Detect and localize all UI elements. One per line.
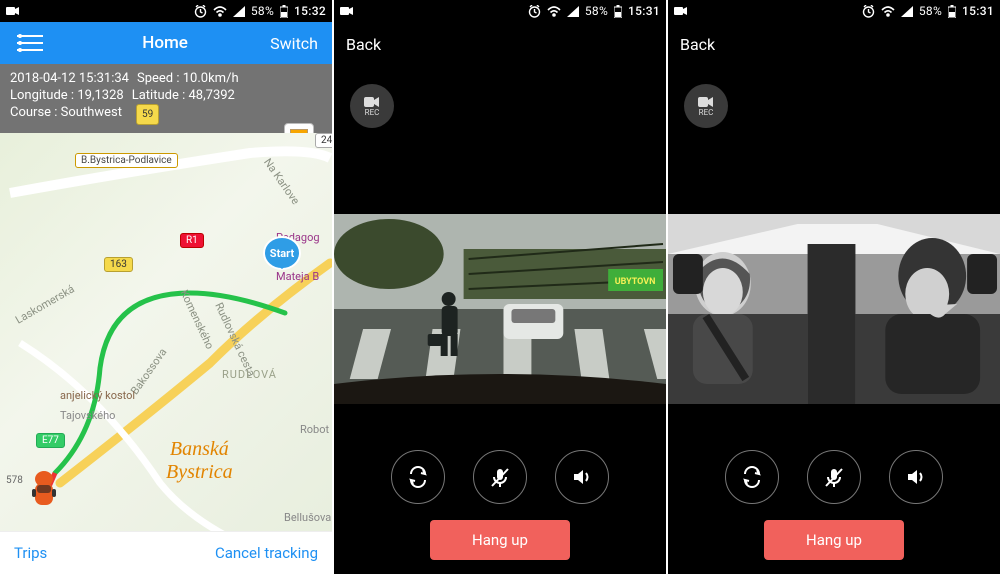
road-e77-badge: E77 (36, 433, 65, 448)
clock: 15:31 (628, 4, 660, 18)
info-speed-label: Speed (137, 71, 173, 86)
cam-header: Back (334, 22, 666, 66)
live-feed-front: UBYTOVN (334, 214, 666, 404)
map-label-tajov: Tajovského (60, 409, 115, 422)
rec-label: REC (699, 108, 714, 117)
map-label-district: RUDLOVÁ (222, 368, 277, 381)
wifi-icon (881, 6, 895, 17)
road-59-badge: 59 (136, 104, 159, 125)
start-pin: Start (260, 235, 304, 292)
wifi-icon (547, 6, 561, 17)
switch-button[interactable]: Switch (270, 34, 332, 53)
phone-frontcam-screen: 58% 15:31 Back REC (334, 0, 666, 574)
hangup-button[interactable]: Hang up (430, 520, 570, 560)
info-course-label: Course (10, 105, 51, 120)
cancel-tracking-button[interactable]: Cancel tracking (215, 544, 318, 562)
info-lon-value: 19,1328 (77, 88, 123, 103)
status-bar: 58% 15:32 (0, 0, 332, 22)
back-button[interactable]: Back (346, 35, 381, 54)
mute-mic-button[interactable] (807, 450, 861, 504)
map-label-robot: Robot (300, 423, 329, 436)
clock: 15:32 (294, 4, 326, 18)
videocam-icon (6, 6, 20, 16)
road-163-badge: 163 (104, 257, 133, 272)
status-bar: 58% 15:31 (668, 0, 1000, 22)
back-button[interactable]: Back (680, 35, 715, 54)
bottom-action-bar: Trips Cancel tracking (0, 531, 332, 574)
record-button[interactable]: REC (350, 84, 394, 128)
speaker-button[interactable] (889, 450, 943, 504)
page-title: Home (60, 33, 270, 53)
tracking-info-panel: 2018-04-12 15:31:34 Speed : 10.0km/h Lon… (0, 64, 332, 133)
info-course-value: Southwest (61, 105, 122, 120)
road-r1-badge: R1 (180, 233, 204, 248)
switch-camera-button[interactable] (391, 450, 445, 504)
phone-map-screen: 58% 15:32 Home Switch 2018-04-12 15:31:3… (0, 0, 332, 574)
battery-label: 58% (585, 4, 608, 18)
rec-label: REC (365, 108, 380, 117)
signal-icon (567, 6, 579, 17)
wifi-icon (213, 6, 227, 17)
battery-label: 58% (251, 4, 274, 18)
status-bar: 58% 15:31 (334, 0, 666, 22)
record-button[interactable]: REC (684, 84, 728, 128)
info-speed-value: 10.0km/h (183, 71, 239, 86)
car-marker-icon (30, 471, 58, 518)
hangup-label: Hang up (806, 531, 862, 549)
map-label-kostol: anjelický kostol (60, 389, 135, 402)
road-2432-badge: 2432 (315, 133, 332, 148)
menu-icon[interactable] (0, 34, 60, 52)
trips-button[interactable]: Trips (14, 544, 47, 562)
svg-text:Start: Start (270, 247, 295, 260)
map[interactable]: B.Bystrica-Podlavice Na Karlove 163 R1 2… (0, 133, 332, 565)
info-lat-label: Latitude (132, 88, 179, 103)
info-lon-label: Longitude (10, 88, 68, 103)
alarm-icon (862, 5, 875, 18)
phone-interiorcam-screen: 58% 15:31 Back REC (668, 0, 1000, 574)
videocam-icon (340, 6, 354, 16)
map-city-name: Banská Bystrica (166, 438, 233, 484)
battery-icon (948, 5, 956, 18)
info-datetime: 2018-04-12 15:31:34 (10, 70, 129, 87)
cam-header: Back (668, 22, 1000, 66)
signal-icon (901, 6, 913, 17)
signal-icon (233, 6, 245, 17)
call-controls (334, 450, 666, 504)
switch-camera-button[interactable] (725, 450, 779, 504)
svg-text:UBYTOVN: UBYTOVN (615, 277, 656, 287)
live-feed-interior (668, 214, 1000, 404)
battery-icon (614, 5, 622, 18)
battery-label: 58% (919, 4, 942, 18)
alarm-icon (194, 5, 207, 18)
app-toolbar: Home Switch (0, 22, 332, 64)
clock: 15:31 (962, 4, 994, 18)
road-bbpod-badge: B.Bystrica-Podlavice (75, 153, 178, 168)
hangup-button[interactable]: Hang up (764, 520, 904, 560)
map-scale: 578 (6, 475, 23, 486)
mute-mic-button[interactable] (473, 450, 527, 504)
call-controls (668, 450, 1000, 504)
videocam-icon (674, 6, 688, 16)
hangup-label: Hang up (472, 531, 528, 549)
alarm-icon (528, 5, 541, 18)
battery-icon (280, 5, 288, 18)
info-lat-value: 48,7392 (188, 88, 234, 103)
map-label-bellus: Bellušova (284, 511, 331, 524)
speaker-button[interactable] (555, 450, 609, 504)
